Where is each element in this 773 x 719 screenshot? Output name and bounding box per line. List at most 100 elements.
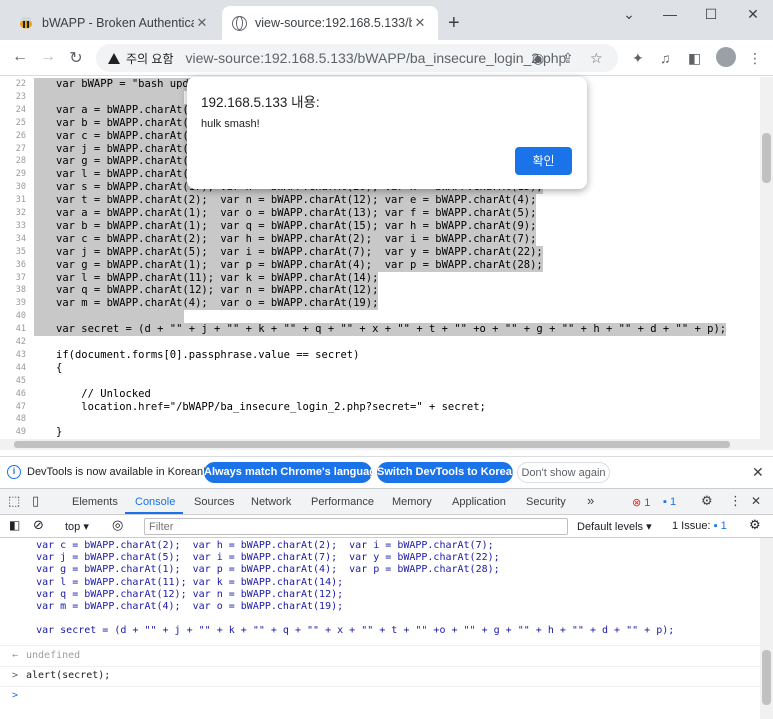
line-number: 23 [15, 91, 26, 102]
eye-off-icon[interactable]: ◉ [532, 50, 544, 67]
issues-count-value: 1 [669, 496, 677, 508]
console-settings-icon[interactable]: ⚙ [749, 517, 761, 533]
line-code: var l = bWAPP.charAt(11); var k = bWAPP.… [34, 271, 379, 285]
console-scrollbar-thumb[interactable] [762, 650, 771, 705]
line-number: 36 [15, 259, 26, 270]
console-code-line: var m = bWAPP.charAt(4); var o = bWAPP.c… [12, 601, 344, 612]
line-number: 41 [15, 324, 26, 335]
menu-icon[interactable]: ⋮ [748, 50, 762, 67]
result-arrow-icon: ← [12, 650, 19, 661]
source-line: 36 var g = bWAPP.charAt(1); var p = bWAPP… [0, 258, 760, 272]
source-line: 31 var t = bWAPP.charAt(2); var n = bWAPP… [0, 194, 760, 208]
inspect-icon[interactable]: ⬚ [8, 493, 20, 509]
dont-show-again-button[interactable]: Don't show again [517, 462, 610, 483]
line-number: 43 [15, 349, 26, 360]
console-prompt[interactable]: > [12, 690, 18, 702]
side-panel-icon[interactable]: ◧ [688, 50, 701, 67]
reload-icon[interactable]: ↻ [66, 48, 86, 68]
tab-bwapp[interactable]: bWAPP - Broken Authentication ✕ [8, 6, 220, 40]
line-number: 31 [15, 195, 26, 206]
url-text[interactable]: view-source:192.168.5.133/bWAPP/ba_insec… [186, 50, 567, 66]
minimize-button[interactable]: — [655, 6, 685, 22]
close-icon[interactable]: ✕ [752, 464, 764, 481]
tab-sources[interactable]: Sources [194, 496, 234, 508]
back-icon[interactable]: ← [10, 48, 30, 66]
tab-application[interactable]: Application [452, 496, 506, 508]
alert-message: hulk smash! [201, 118, 260, 130]
forward-icon[interactable]: → [38, 48, 58, 66]
line-number: 30 [15, 182, 26, 193]
source-line: 39 var m = bWAPP.charAt(4); var o = bWAPP… [0, 297, 760, 311]
security-chip[interactable]: 주의 요함 [104, 47, 182, 69]
tab-security[interactable]: Security [526, 496, 566, 508]
issues-badge-count: 1 [720, 520, 727, 532]
console-separator [0, 666, 760, 667]
issues-badge: ▪ 1 [713, 520, 727, 532]
line-code: var b = bWAPP.charAt(1); var q = bWAPP.c… [34, 219, 537, 233]
issues-count[interactable]: ▪ 1 [663, 496, 676, 508]
kebab-menu-icon[interactable]: ⋮ [729, 493, 742, 509]
context-select[interactable]: top ▾ [65, 520, 89, 533]
device-toolbar-icon[interactable]: ▯ [32, 493, 39, 509]
alert-ok-button[interactable]: 확인 [515, 147, 572, 175]
line-number: 49 [15, 427, 26, 438]
line-number: 29 [15, 169, 26, 180]
line-number: 48 [15, 414, 26, 425]
levels-select[interactable]: Default levels ▾ [577, 520, 652, 533]
close-icon[interactable]: ✕ [194, 15, 210, 31]
media-icon[interactable]: ♫ [660, 50, 671, 66]
line-code [34, 310, 184, 324]
tab-memory[interactable]: Memory [392, 496, 432, 508]
source-scrollbar-thumb[interactable] [762, 133, 771, 183]
devtools-infobar: i DevTools is now available in Korean! A… [0, 456, 773, 486]
issues-link[interactable]: 1 Issue: ▪ 1 [672, 520, 727, 532]
tab-view-source[interactable]: view-source:192.168.5.133/bWA ✕ [222, 6, 438, 40]
address-bar[interactable]: 주의 요함 view-source:192.168.5.133/bWAPP/ba… [96, 44, 618, 72]
clear-console-icon[interactable]: ⊘ [33, 517, 44, 533]
sidebar-toggle-icon[interactable]: ◧ [9, 518, 20, 532]
line-number: 45 [15, 375, 26, 386]
source-h-scrollbar-thumb[interactable] [14, 441, 730, 448]
source-line: 44 { [0, 362, 760, 375]
tab-console[interactable]: Console [135, 496, 175, 508]
line-number: 27 [15, 143, 26, 154]
source-scrollbar[interactable] [760, 77, 773, 439]
tab-search-icon[interactable]: ⌄ [614, 6, 644, 23]
more-tabs-icon[interactable]: » [587, 493, 594, 508]
new-tab-button[interactable]: + [448, 12, 460, 35]
avatar[interactable] [716, 47, 736, 67]
tab-network[interactable]: Network [251, 496, 291, 508]
close-icon[interactable]: ✕ [412, 15, 428, 31]
console-code-line: var secret = (d + "" + j + "" + k + "" +… [12, 625, 675, 637]
tab-elements[interactable]: Elements [72, 496, 118, 508]
eye-icon[interactable]: ◎ [112, 517, 123, 533]
infobar-text: DevTools is now available in Korean! [27, 466, 207, 478]
tab-title: view-source:192.168.5.133/bWA [255, 16, 412, 30]
share-icon[interactable]: ⇪ [562, 50, 574, 67]
source-line: 38 var q = bWAPP.charAt(12); var n = bWAP… [0, 284, 760, 298]
extensions-icon[interactable]: ✦ [632, 50, 644, 67]
line-number: 37 [15, 272, 26, 283]
devtools-tabbar: ⬚ ▯ Elements Console Sources Network Per… [0, 488, 773, 515]
tab-performance[interactable]: Performance [311, 496, 374, 508]
maximize-button[interactable]: ☐ [696, 6, 726, 23]
line-number: 26 [15, 130, 26, 141]
active-tab-indicator [125, 512, 183, 514]
error-count[interactable]: ⊗ 1 [632, 496, 650, 509]
star-icon[interactable]: ☆ [590, 50, 603, 67]
toolbar: ← → ↻ 주의 요함 view-source:192.168.5.133/bW… [0, 40, 773, 76]
filter-input[interactable] [144, 518, 568, 535]
window-close-button[interactable]: ✕ [738, 6, 768, 23]
gear-icon[interactable]: ⚙ [701, 493, 713, 509]
console-result: undefined [26, 650, 81, 661]
line-number: 42 [15, 337, 26, 347]
source-line: 32 var a = bWAPP.charAt(1); var o = bWAPP… [0, 207, 760, 220]
match-language-button[interactable]: Always match Chrome's language [204, 462, 382, 483]
console-code-line: var q = bWAPP.charAt(12); var n = bWAPP.… [12, 588, 344, 600]
levels-label: Default levels [577, 521, 644, 533]
console-code-line: var c = bWAPP.charAt(2); var h = bWAPP.c… [12, 540, 494, 551]
line-number: 38 [15, 285, 26, 296]
switch-korean-button[interactable]: Switch DevTools to Korean [377, 462, 519, 483]
console-output: var c = bWAPP.charAt(2); var h = bWAPP.c… [0, 538, 760, 719]
close-devtools-icon[interactable]: ✕ [751, 494, 761, 508]
